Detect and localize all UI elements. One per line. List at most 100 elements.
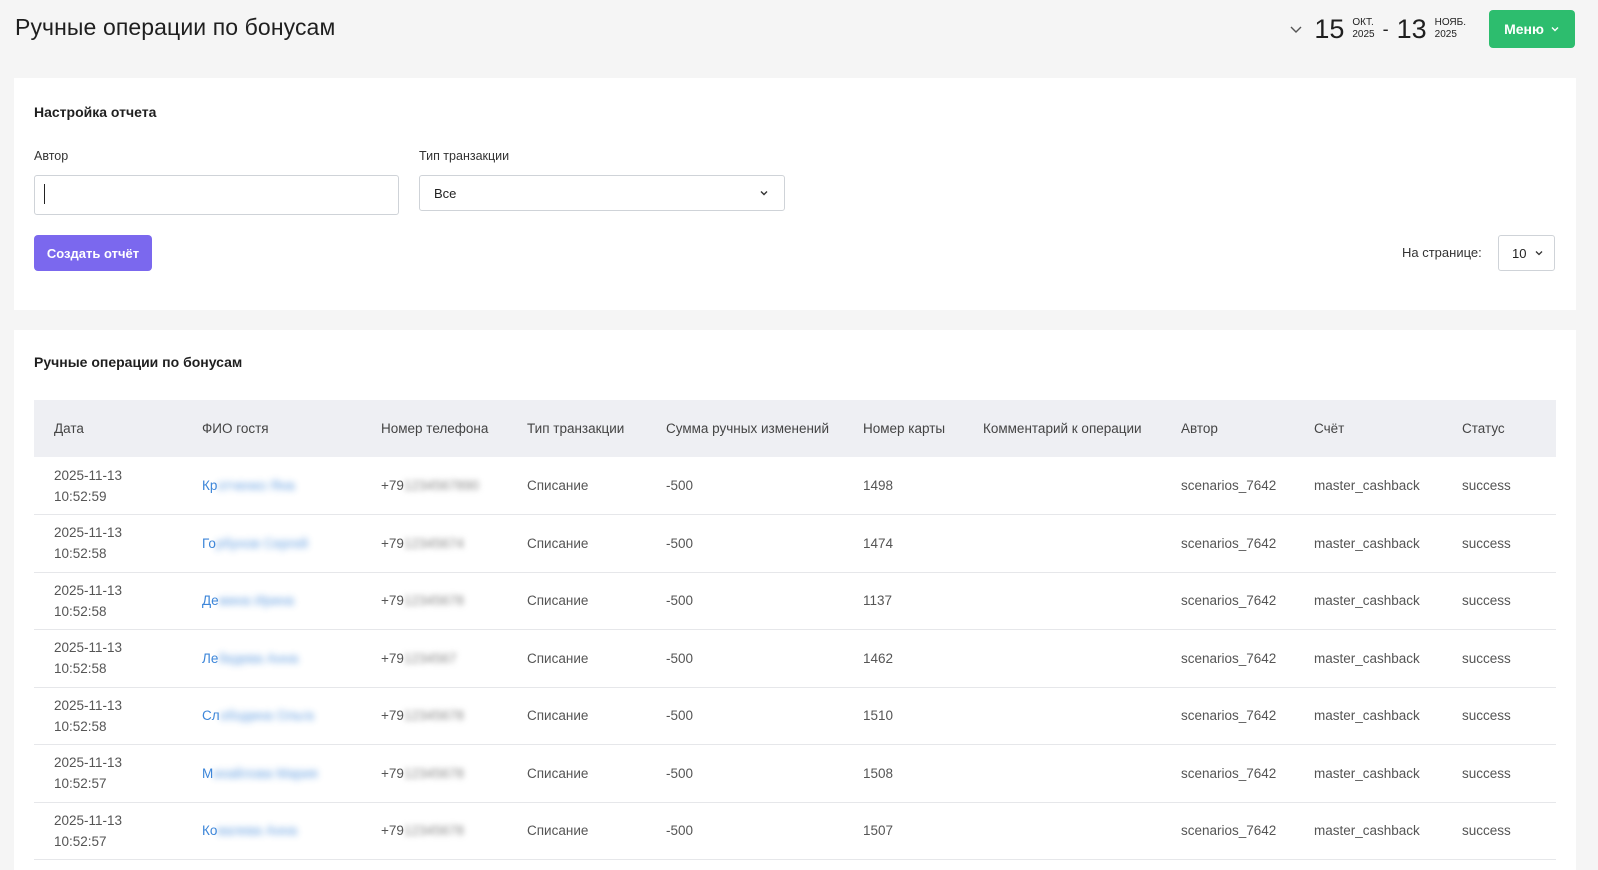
menu-button-label: Меню: [1504, 21, 1544, 37]
column-header-guest-name[interactable]: ФИО гостя: [182, 400, 361, 457]
guest-name-link[interactable]: Ковалева Анна: [202, 823, 297, 838]
cell-account: master_cashback: [1294, 629, 1442, 688]
transaction-type-value: Все: [434, 185, 457, 201]
column-header-phone[interactable]: Номер телефона: [361, 400, 507, 457]
cell-transaction-type: Списание: [507, 514, 646, 573]
cell-author: scenarios_7642: [1161, 572, 1294, 630]
guest-name-link[interactable]: Демина Ирина: [202, 593, 294, 608]
guest-name-redacted: мина Ирина: [218, 593, 294, 609]
author-input[interactable]: [34, 175, 399, 215]
guest-name-visible: М: [202, 765, 214, 781]
cell-status: success: [1442, 629, 1556, 688]
cell-account: master_cashback: [1294, 457, 1442, 515]
time-value: 10:52:58: [54, 603, 107, 619]
column-header-author[interactable]: Автор: [1161, 400, 1294, 457]
cell-transaction-type: Списание: [507, 457, 646, 515]
top-bar: Ручные операции по бонусам 15 ОКТ. 2025 …: [0, 0, 1598, 60]
date-to-month-year: НОЯБ. 2025: [1435, 17, 1466, 41]
cell-card-number: 1510: [843, 687, 963, 745]
guest-name-link[interactable]: Слободина Ольга: [202, 708, 314, 723]
cell-date: 2025-11-13 10:52:58: [34, 687, 182, 745]
settings-title: Настройка отчета: [34, 104, 157, 120]
date-from-month-year: ОКТ. 2025: [1352, 17, 1374, 41]
date-from-day: 15: [1314, 14, 1345, 44]
date-to-month: НОЯБ.: [1434, 17, 1466, 28]
cell-guest-name: Ковалева Анна: [182, 802, 361, 860]
cell-card-number: 1498: [843, 457, 963, 515]
cell-guest-name: Лебедева Анна: [182, 629, 361, 688]
column-header-transaction-type[interactable]: Тип транзакции: [507, 400, 646, 457]
cell-comment: [963, 457, 1161, 515]
cell-author: scenarios_7642: [1161, 514, 1294, 573]
guest-name-redacted: валева Анна: [217, 823, 297, 839]
column-header-date[interactable]: Дата: [34, 400, 182, 457]
cell-transaction-type: Списание: [507, 572, 646, 630]
cell-guest-name: Кротченко Яна: [182, 457, 361, 515]
guest-name-visible: Го: [202, 535, 216, 551]
cell-card-number: 1462: [843, 629, 963, 688]
cell-phone: +791234567890: [361, 457, 507, 515]
guest-name-link[interactable]: Лебедева Анна: [202, 651, 298, 666]
cell-sum: -500: [646, 457, 843, 515]
date-value: 2025-11-13: [54, 582, 123, 598]
cell-comment: [963, 572, 1161, 630]
phone-visible: +79: [381, 593, 404, 609]
cell-account: master_cashback: [1294, 744, 1442, 803]
date-value: 2025-11-13: [54, 697, 123, 713]
menu-button[interactable]: Меню: [1489, 10, 1575, 48]
cell-status: success: [1442, 457, 1556, 515]
column-header-account[interactable]: Счёт: [1294, 400, 1442, 457]
table-body: 2025-11-13 10:52:59 Кротченко Яна +791234…: [34, 457, 1556, 860]
phone-redacted: 12345678: [403, 708, 464, 724]
guest-name-link[interactable]: Горбунов Сергей: [202, 536, 308, 551]
create-report-button[interactable]: Создать отчёт: [34, 235, 152, 271]
guest-name-link[interactable]: Михайлова Мария: [202, 766, 318, 781]
cell-comment: [963, 687, 1161, 745]
date-to-day: 13: [1396, 14, 1427, 44]
cell-comment: [963, 802, 1161, 860]
phone-visible: +79: [381, 765, 404, 781]
cell-card-number: 1474: [843, 514, 963, 573]
phone-visible: +79: [381, 650, 404, 666]
text-caret: [44, 184, 45, 204]
cell-sum: -500: [646, 572, 843, 630]
per-page-select[interactable]: 10: [1498, 235, 1555, 271]
column-header-sum[interactable]: Сумма ручных изменений: [646, 400, 843, 457]
cell-transaction-type: Списание: [507, 687, 646, 745]
cell-date: 2025-11-13 10:52:59: [34, 457, 182, 515]
cell-guest-name: Слободина Ольга: [182, 687, 361, 745]
column-header-comment[interactable]: Комментарий к операции: [963, 400, 1161, 457]
date-to-year: 2025: [1434, 29, 1457, 40]
guest-name-redacted: бедева Анна: [218, 650, 299, 666]
report-settings-card: Настройка отчета Автор Тип транзакции Вс…: [14, 78, 1576, 310]
guest-name-redacted: отченко Яна: [217, 478, 295, 493]
chevron-down-icon: [1551, 27, 1559, 32]
cell-card-number: 1137: [843, 572, 963, 630]
cell-transaction-type: Списание: [507, 744, 646, 803]
phone-redacted: 1234567890: [403, 478, 479, 493]
report-table-card: Ручные операции по бонусам Дата ФИО гост…: [14, 330, 1576, 870]
cell-date: 2025-11-13 10:52:58: [34, 572, 182, 630]
author-label: Автор: [34, 149, 69, 163]
table-row: 2025-11-13 10:52:59 Кротченко Яна +791234…: [34, 457, 1556, 515]
cell-date: 2025-11-13 10:52:58: [34, 514, 182, 573]
phone-visible: +79: [381, 823, 404, 839]
per-page-value: 10: [1512, 245, 1527, 261]
cell-phone: +7912345678: [361, 802, 507, 860]
phone-visible: +79: [381, 535, 404, 551]
column-header-card-number[interactable]: Номер карты: [843, 400, 963, 457]
date-value: 2025-11-13: [54, 467, 123, 483]
table-row: 2025-11-13 10:52:57 Ковалева Анна +791234…: [34, 802, 1556, 860]
guest-name-visible: Де: [202, 593, 219, 609]
cell-account: master_cashback: [1294, 514, 1442, 573]
cell-card-number: 1508: [843, 744, 963, 803]
guest-name-link[interactable]: Кротченко Яна: [202, 478, 295, 493]
date-range-picker[interactable]: 15 ОКТ. 2025 - 13 НОЯБ. 2025: [1288, 15, 1466, 43]
phone-redacted: 12345678: [403, 823, 464, 839]
cell-phone: +7912345674: [361, 514, 507, 573]
phone-redacted: 1234567: [403, 650, 457, 666]
cell-author: scenarios_7642: [1161, 687, 1294, 745]
chevron-down-icon[interactable]: [1288, 21, 1304, 37]
column-header-status[interactable]: Статус: [1442, 400, 1556, 457]
transaction-type-select[interactable]: Все: [419, 175, 785, 211]
